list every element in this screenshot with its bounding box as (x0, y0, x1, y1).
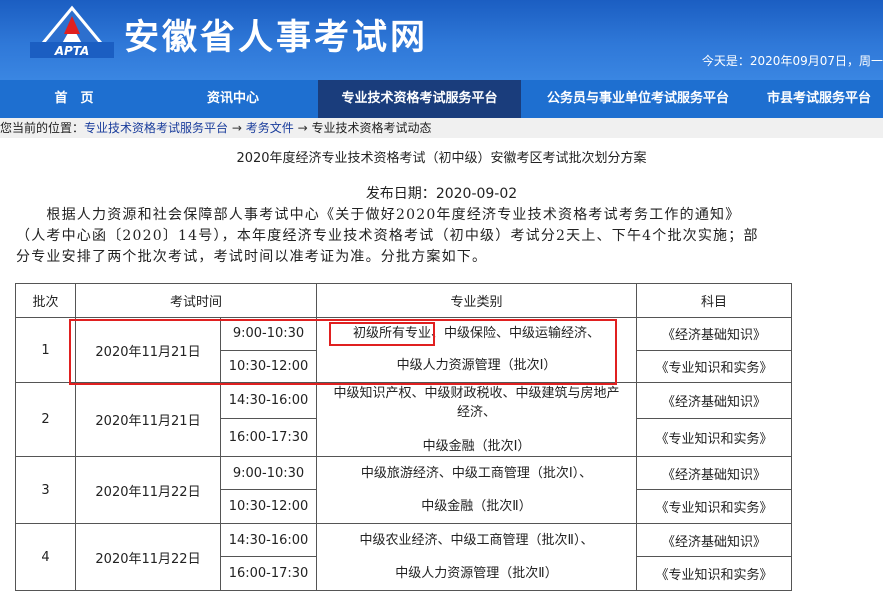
major-line: 中级农业经济、中级工商管理（批次Ⅱ）、 (359, 533, 594, 548)
nav-professional-exam[interactable]: 专业技术资格考试服务平台 (318, 80, 521, 118)
major-text: 中级保险、中级运输经济、 (444, 326, 601, 341)
publish-date: 发布日期：2020-09-02 (0, 183, 883, 203)
header-major: 专业类别 (316, 283, 637, 318)
article-paragraph: 根据人力资源和社会保障部人事考试中心《关于做好2020年度经济专业技术资格考试考… (16, 205, 883, 268)
table-row: 1 2020年11月21日 9:00-10:30 初级所有专业、中级保险、中级运… (15, 317, 792, 383)
batch-number: 2 (15, 382, 76, 457)
header-banner: APTA 安徽省人事考试网 今天是：2020年09月07日，周一 (0, 0, 883, 80)
table-row: 4 2020年11月22日 14:30-16:00 中级农业经济、中级工商管理（… (15, 523, 792, 591)
major-line: 中级旅游经济、中级工商管理（批次Ⅰ）、 (360, 466, 593, 481)
header-exam-time: 考试时间 (75, 283, 317, 318)
publish-date-value: 2020-09-02 (435, 186, 518, 202)
exam-time: 10:30-12:00 (220, 489, 317, 524)
subject: 《专业知识和实务》 (636, 418, 792, 457)
breadcrumb-current: 专业技术资格考试动态 (311, 121, 432, 135)
main-nav: 首 页 资讯中心 专业技术资格考试服务平台 公务员与事业单位考试服务平台 市县考… (0, 80, 883, 118)
table-header-row: 批次 考试时间 专业类别 科目 (15, 283, 792, 318)
exam-date: 2020年11月22日 (75, 456, 221, 524)
nav-city-county-exam[interactable]: 市县考试服务平台 (755, 80, 883, 118)
batch-number: 1 (15, 317, 76, 383)
major-line: 中级金融（批次Ⅰ） (422, 438, 531, 454)
apta-logo: APTA (30, 5, 114, 58)
today-date: 今天是：2020年09月07日，周一 (701, 54, 883, 68)
major-line: 中级人力资源管理（批次Ⅱ） (395, 566, 558, 581)
breadcrumb-prefix: 您当前的位置： (0, 121, 85, 135)
exam-time: 14:30-16:00 (220, 523, 317, 557)
exam-time: 10:30-12:00 (220, 349, 317, 383)
publish-label: 发布日期： (365, 186, 436, 202)
paragraph-line: 根据人力资源和社会保障部人事考试中心《关于做好2020年度经济专业技术资格考试考… (16, 207, 741, 223)
breadcrumb-arrow-icon: → (297, 121, 308, 135)
site-title: 安徽省人事考试网 (124, 18, 429, 58)
breadcrumb-arrow-icon: → (231, 121, 242, 135)
table-row: 3 2020年11月22日 9:00-10:30 中级旅游经济、中级工商管理（批… (15, 456, 792, 524)
major-line: 中级人力资源管理（批次Ⅰ） (396, 358, 557, 373)
major-cell: 中级农业经济、中级工商管理（批次Ⅱ）、 中级人力资源管理（批次Ⅱ） (316, 523, 637, 591)
major-cell: 初级所有专业、中级保险、中级运输经济、 中级人力资源管理（批次Ⅰ） (316, 317, 637, 383)
major-line: 经济、 (456, 404, 496, 420)
subject: 《经济基础知识》 (636, 456, 792, 490)
major-line: 中级知识产权、中级财政税收、中级建筑与房地产 (333, 385, 620, 401)
major-highlighted: 初级所有专业、 (352, 326, 444, 341)
paragraph-line: （人考中心函〔2020〕14号），本年度经济专业技术资格考试（初中级）考试分2天… (16, 228, 759, 244)
exam-time: 16:00-17:30 (220, 556, 317, 591)
breadcrumb-link-documents[interactable]: 考务文件 (246, 121, 294, 135)
exam-date: 2020年11月21日 (75, 317, 221, 383)
breadcrumb-link-platform[interactable]: 专业技术资格考试服务平台 (84, 121, 228, 135)
logo-text: APTA (54, 44, 90, 58)
major-line: 中级金融（批次Ⅱ） (421, 499, 532, 514)
exam-date: 2020年11月22日 (75, 523, 221, 591)
nav-news[interactable]: 资讯中心 (148, 80, 318, 118)
schedule-table: 批次 考试时间 专业类别 科目 1 2020年11月21日 9:00-10:30… (15, 283, 792, 591)
exam-time: 9:00-10:30 (220, 317, 317, 351)
subject: 《专业知识和实务》 (636, 489, 792, 524)
batch-number: 3 (15, 456, 76, 524)
subject: 《经济基础知识》 (636, 523, 792, 557)
exam-time: 14:30-16:00 (220, 382, 317, 419)
header-batch: 批次 (15, 283, 76, 318)
breadcrumb: 您当前的位置：专业技术资格考试服务平台 → 考务文件 → 专业技术资格考试动态 (0, 118, 883, 138)
header-subject: 科目 (636, 283, 792, 318)
exam-time: 16:00-17:30 (220, 418, 317, 457)
subject: 《经济基础知识》 (636, 317, 792, 351)
article-title: 2020年度经济专业技术资格考试（初中级）安徽考区考试批次划分方案 (236, 151, 647, 166)
table-row: 2 2020年11月21日 14:30-16:00 中级知识产权、中级财政税收、… (15, 382, 792, 457)
major-cell: 中级旅游经济、中级工商管理（批次Ⅰ）、 中级金融（批次Ⅱ） (316, 456, 637, 524)
nav-home[interactable]: 首 页 (0, 80, 148, 118)
exam-time: 9:00-10:30 (220, 456, 317, 490)
subject: 《专业知识和实务》 (636, 349, 792, 383)
subject: 《经济基础知识》 (636, 382, 792, 419)
batch-number: 4 (15, 523, 76, 591)
nav-civil-service-exam[interactable]: 公务员与事业单位考试服务平台 (521, 80, 755, 118)
paragraph-line: 分专业安排了两个批次考试，考试时间以准考证为准。分批方案如下。 (16, 249, 488, 265)
major-line: 初级所有专业、中级保险、中级运输经济、 (318, 319, 636, 351)
major-cell: 中级知识产权、中级财政税收、中级建筑与房地产 经济、 中级金融（批次Ⅰ） (316, 382, 637, 457)
subject: 《专业知识和实务》 (636, 556, 792, 591)
exam-date: 2020年11月21日 (75, 382, 221, 457)
